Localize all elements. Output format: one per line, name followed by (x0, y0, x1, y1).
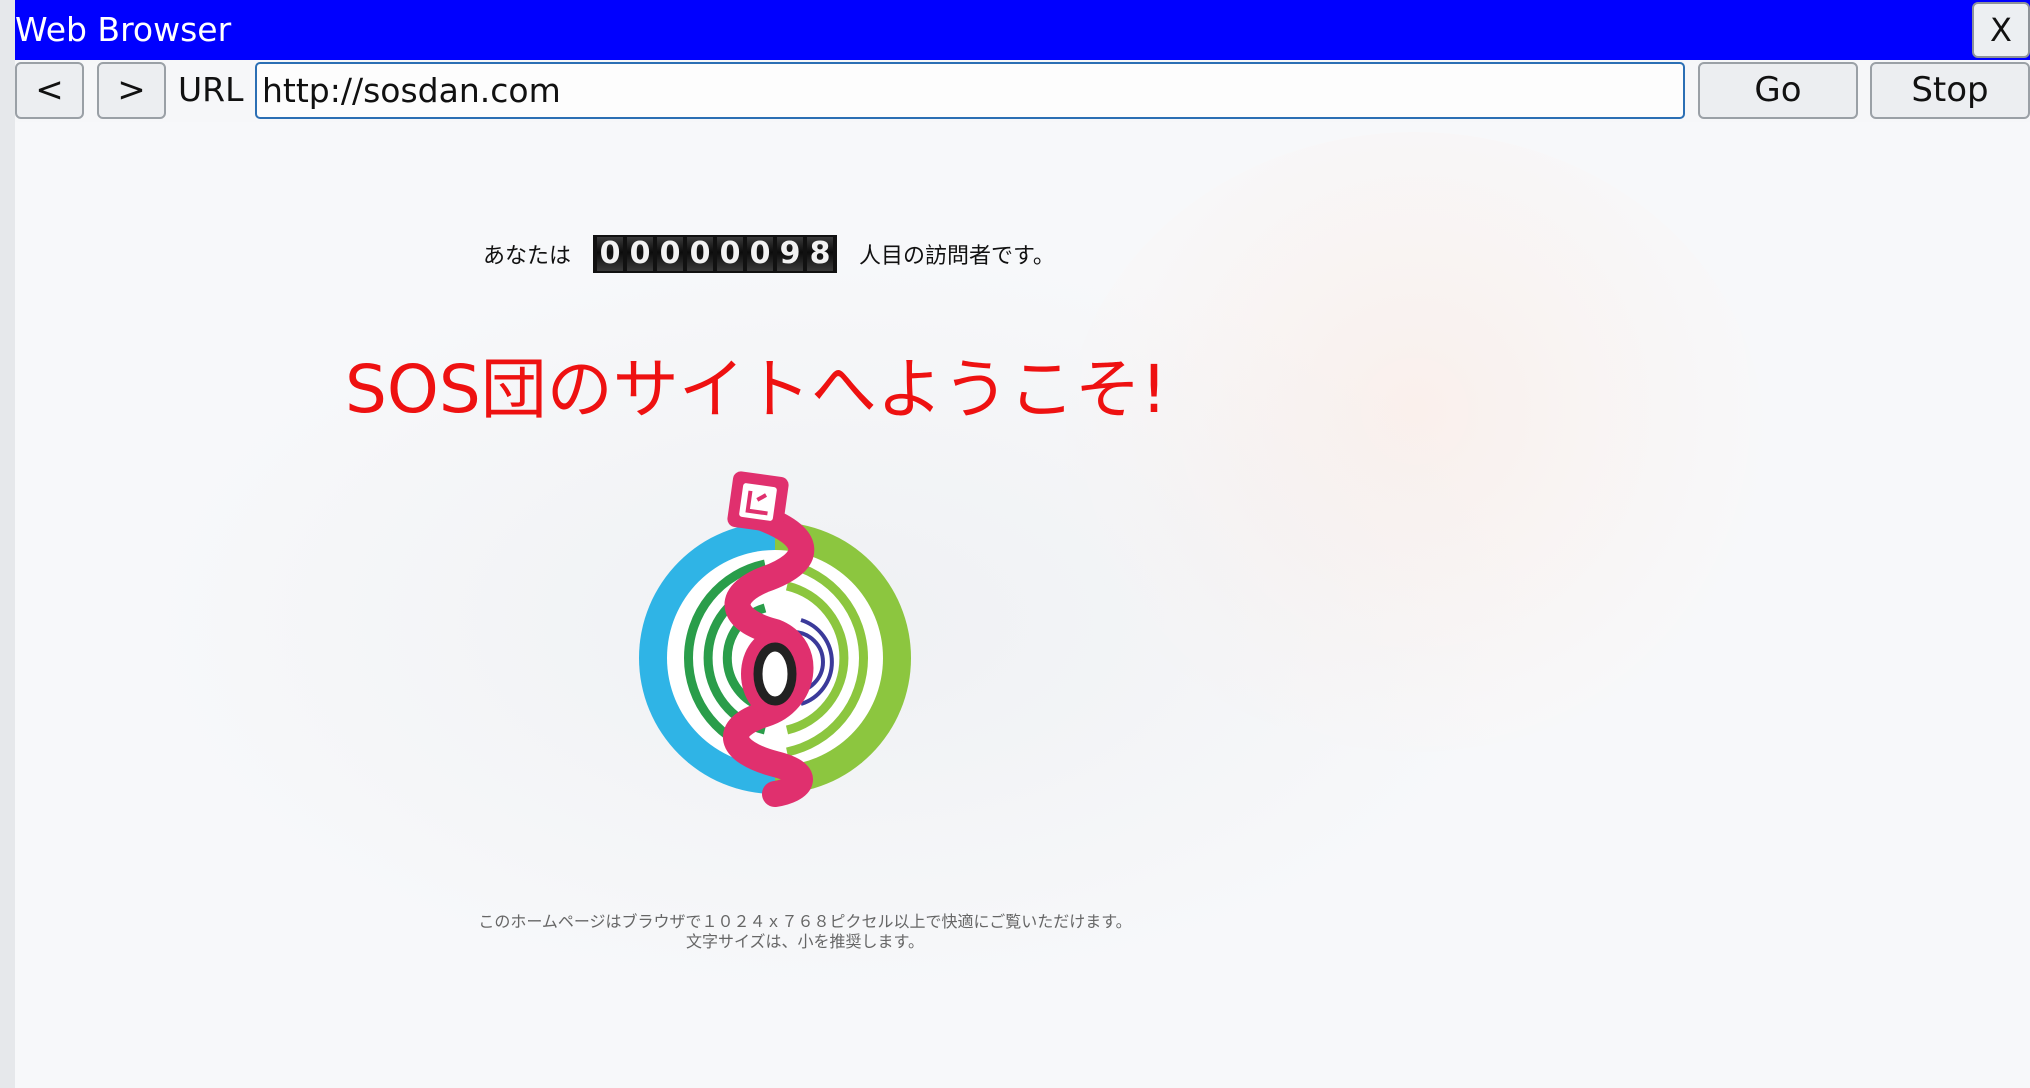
welcome-heading: SOS団のサイトへようこそ! (345, 351, 1168, 428)
back-button[interactable]: < (15, 62, 84, 119)
forward-button[interactable]: > (97, 62, 166, 119)
url-input[interactable] (255, 62, 1685, 119)
counter-digit: 0 (717, 237, 744, 271)
counter-digit: 0 (657, 237, 684, 271)
counter-digit: 0 (747, 237, 774, 271)
go-button[interactable]: Go (1698, 62, 1858, 119)
visitor-counter: 0 0 0 0 0 0 9 8 (593, 235, 838, 273)
counter-digit: 8 (807, 237, 834, 271)
page-content: あなたは 0 0 0 0 0 0 9 8 人目の訪問者です。 SOS団のサイトへ… (15, 122, 2030, 1088)
stop-button[interactable]: Stop (1870, 62, 2030, 119)
title-bar: Web Browser X (15, 0, 2030, 60)
window-title: Web Browser (15, 10, 232, 49)
counter-suffix: 人目の訪問者です。 (859, 244, 1055, 269)
url-label: URL (178, 70, 244, 109)
counter-digit: 0 (597, 237, 624, 271)
footer-line-1: このホームページはブラウザで１０２４ｘ７６８ピクセル以上で快適にご覧いただけます… (478, 912, 1132, 931)
window-frame (0, 0, 15, 1088)
counter-prefix: あなたは (483, 244, 572, 269)
navigation-toolbar: < > URL Go Stop (15, 60, 2030, 122)
counter-digit: 9 (777, 237, 804, 271)
sos-brigade-emblem-icon (639, 471, 911, 807)
close-button[interactable]: X (1972, 2, 2030, 58)
counter-digit: 0 (687, 237, 714, 271)
counter-digit: 0 (627, 237, 654, 271)
visitor-counter-row: あなたは 0 0 0 0 0 0 9 8 人目の訪問者です。 (483, 234, 1055, 274)
footer-note: このホームページはブラウザで１０２４ｘ７６８ピクセル以上で快適にご覧いただけます… (395, 912, 1215, 952)
browser-window: Web Browser X < > URL Go Stop あなたは 0 0 0… (0, 0, 2030, 1088)
footer-line-2: 文字サイズは、小を推奨します。 (686, 932, 924, 951)
